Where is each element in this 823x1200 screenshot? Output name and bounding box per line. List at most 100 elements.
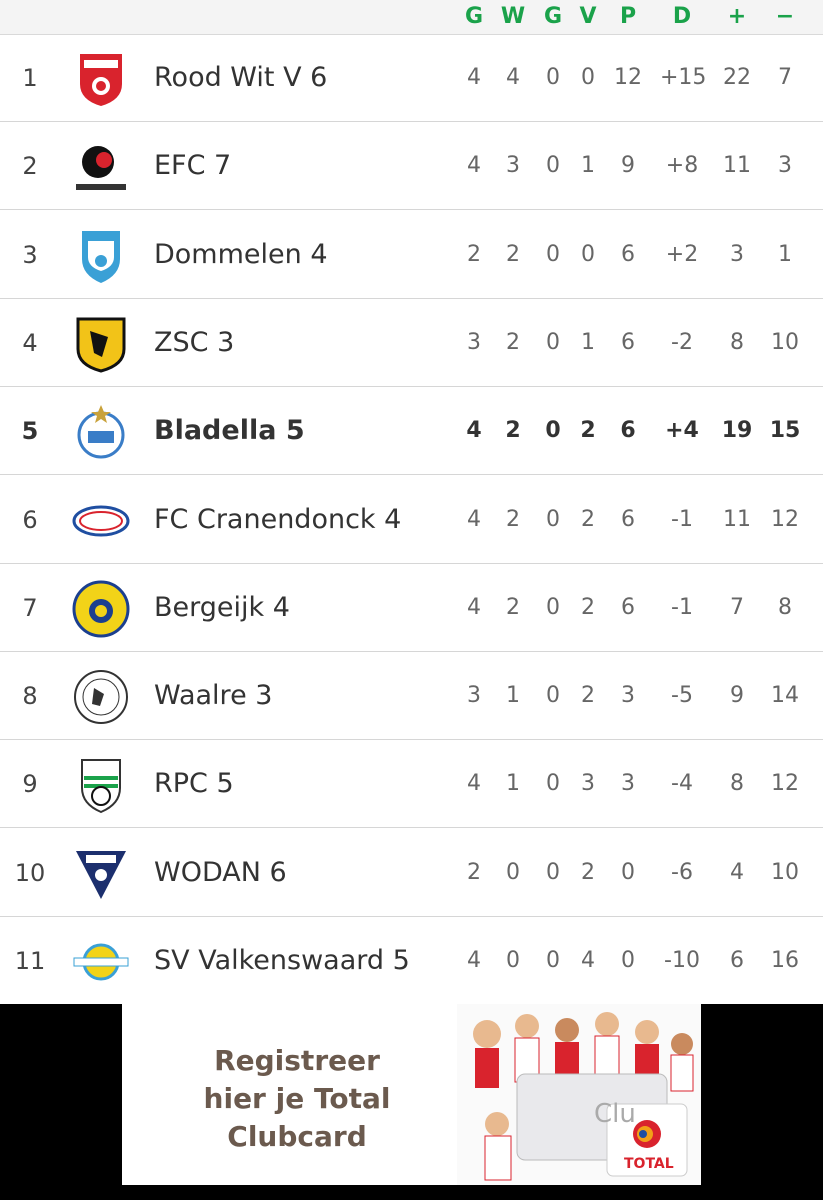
row-position: 4 xyxy=(22,328,38,357)
row-position: 6 xyxy=(22,505,38,534)
col-header-difference[interactable]: D xyxy=(662,2,702,32)
stat-won: 0 xyxy=(506,859,520,885)
row-position: 1 xyxy=(22,64,38,92)
team-name[interactable]: WODAN 6 xyxy=(154,829,287,917)
col-header-won[interactable]: W xyxy=(493,2,533,32)
team-name[interactable]: SV Valkenswaard 5 xyxy=(154,917,410,1005)
stat-goals-against: 3 xyxy=(778,153,792,179)
table-row[interactable]: 4 ZSC 3 3 2 0 1 6 -2 8 10 xyxy=(0,299,823,387)
stat-goals-for: 8 xyxy=(730,329,744,355)
stat-goals-for: 6 xyxy=(730,948,744,973)
table-row[interactable]: 7 Bergeijk 4 4 2 0 2 6 -1 7 8 xyxy=(0,564,823,652)
table-row[interactable]: 2 EFC 7 4 3 0 1 9 +8 11 3 xyxy=(0,122,823,211)
stat-won: 2 xyxy=(506,329,520,355)
stat-points: 3 xyxy=(621,771,635,797)
bergeijk-crest-icon xyxy=(72,580,130,638)
stat-difference: -1 xyxy=(671,506,693,532)
col-header-goals-for[interactable]: + xyxy=(717,2,757,32)
row-position: 5 xyxy=(21,417,39,446)
table-row[interactable]: 8 Waalre 3 3 1 0 2 3 -5 9 14 xyxy=(0,652,823,741)
team-name[interactable]: ZSC 3 xyxy=(154,299,234,387)
ad-line-2: hier je Total xyxy=(203,1082,391,1115)
row-position: 9 xyxy=(22,770,38,799)
stat-difference: -5 xyxy=(671,683,693,709)
dommelen-crest-icon xyxy=(72,227,130,285)
stat-played: 4 xyxy=(466,418,482,444)
team-name[interactable]: Dommelen 4 xyxy=(154,211,328,299)
table-row[interactable]: 5 Bladella 5 4 2 0 2 6 +4 19 15 xyxy=(0,387,823,476)
stat-won: 2 xyxy=(506,241,520,267)
stat-played: 4 xyxy=(467,153,481,179)
stat-goals-for: 8 xyxy=(730,771,744,797)
clubcard-ad-banner[interactable]: Registreer hier je Total Clubcard Clu TO… xyxy=(122,1004,701,1185)
stat-goals-against: 12 xyxy=(771,506,799,532)
table-row[interactable]: 6 FC Cranendonck 4 4 2 0 2 6 -1 11 12 xyxy=(0,476,823,564)
stat-difference: -6 xyxy=(671,859,693,885)
total-logo-text: TOTAL xyxy=(624,1156,674,1172)
table-row[interactable]: 9 RPC 5 4 1 0 3 3 -4 8 12 xyxy=(0,740,823,829)
stat-lost: 2 xyxy=(581,683,595,709)
table-header: G W G V P D + − xyxy=(0,0,823,35)
col-header-played[interactable]: G xyxy=(454,2,494,32)
col-header-lost[interactable]: V xyxy=(568,2,608,32)
ad-headline: Registreer hier je Total Clubcard xyxy=(162,1042,432,1156)
table-row[interactable]: 10 WODAN 6 2 0 0 2 0 -6 4 10 xyxy=(0,829,823,917)
stat-played: 3 xyxy=(467,329,481,355)
col-header-goals-against[interactable]: − xyxy=(765,2,805,32)
stat-lost: 0 xyxy=(581,65,595,90)
valkenswaard-crest-icon xyxy=(72,933,130,991)
row-position: 7 xyxy=(22,593,38,622)
stat-difference: -4 xyxy=(671,771,693,797)
stat-goals-against: 10 xyxy=(771,329,799,355)
ad-line-3: Clubcard xyxy=(227,1120,367,1153)
stat-won: 4 xyxy=(506,65,520,90)
row-position: 10 xyxy=(14,858,46,887)
stat-won: 2 xyxy=(505,418,521,444)
table-row[interactable]: 1 Rood Wit V 6 4 4 0 0 12 +15 22 7 xyxy=(0,34,823,122)
stat-points: 6 xyxy=(621,594,635,620)
stat-played: 4 xyxy=(467,65,481,90)
stat-lost: 3 xyxy=(581,771,595,797)
col-header-drawn[interactable]: G xyxy=(533,2,573,32)
row-position: 11 xyxy=(14,947,46,975)
col-header-points[interactable]: P xyxy=(608,2,648,32)
table-row[interactable]: 11 SV Valkenswaard 5 4 0 0 4 0 -10 6 16 xyxy=(0,917,823,1005)
row-position: 2 xyxy=(22,152,38,181)
stat-played: 2 xyxy=(467,241,481,267)
row-position: 3 xyxy=(22,240,38,269)
row-position: 8 xyxy=(22,682,38,711)
team-name[interactable]: Rood Wit V 6 xyxy=(154,34,327,122)
stat-won: 3 xyxy=(506,153,520,179)
stat-goals-against: 14 xyxy=(771,683,799,709)
table-row[interactable]: 3 Dommelen 4 2 2 0 0 6 +2 3 1 xyxy=(0,211,823,299)
team-name[interactable]: Waalre 3 xyxy=(154,652,272,740)
stat-difference: -10 xyxy=(664,948,700,973)
team-name[interactable]: EFC 7 xyxy=(154,122,231,210)
stat-points: 9 xyxy=(621,153,635,179)
stat-points: 6 xyxy=(621,506,635,532)
stat-lost: 1 xyxy=(581,329,595,355)
stat-lost: 1 xyxy=(581,153,595,179)
stat-goals-for: 11 xyxy=(723,153,751,179)
team-name[interactable]: Bladella 5 xyxy=(154,387,305,475)
stat-played: 4 xyxy=(467,948,481,973)
wodan-crest-icon xyxy=(72,845,130,903)
stat-lost: 0 xyxy=(581,241,595,267)
efc-crest-icon xyxy=(72,138,130,196)
stat-goals-against: 15 xyxy=(769,418,801,444)
stat-points: 3 xyxy=(621,683,635,709)
stat-lost: 2 xyxy=(580,418,596,444)
stat-won: 0 xyxy=(506,948,520,973)
bladella-crest-icon xyxy=(72,403,130,461)
stat-won: 1 xyxy=(506,771,520,797)
stat-won: 1 xyxy=(506,683,520,709)
team-name[interactable]: Bergeijk 4 xyxy=(154,564,290,652)
stat-goals-against: 12 xyxy=(771,771,799,797)
rpc-crest-icon xyxy=(72,756,130,814)
ad-card-text: Clu xyxy=(594,1099,636,1129)
waalre-crest-icon xyxy=(72,668,130,726)
team-name[interactable]: FC Cranendonck 4 xyxy=(154,476,401,564)
stat-lost: 2 xyxy=(581,594,595,620)
stat-goals-for: 9 xyxy=(730,683,744,709)
team-name[interactable]: RPC 5 xyxy=(154,740,234,828)
